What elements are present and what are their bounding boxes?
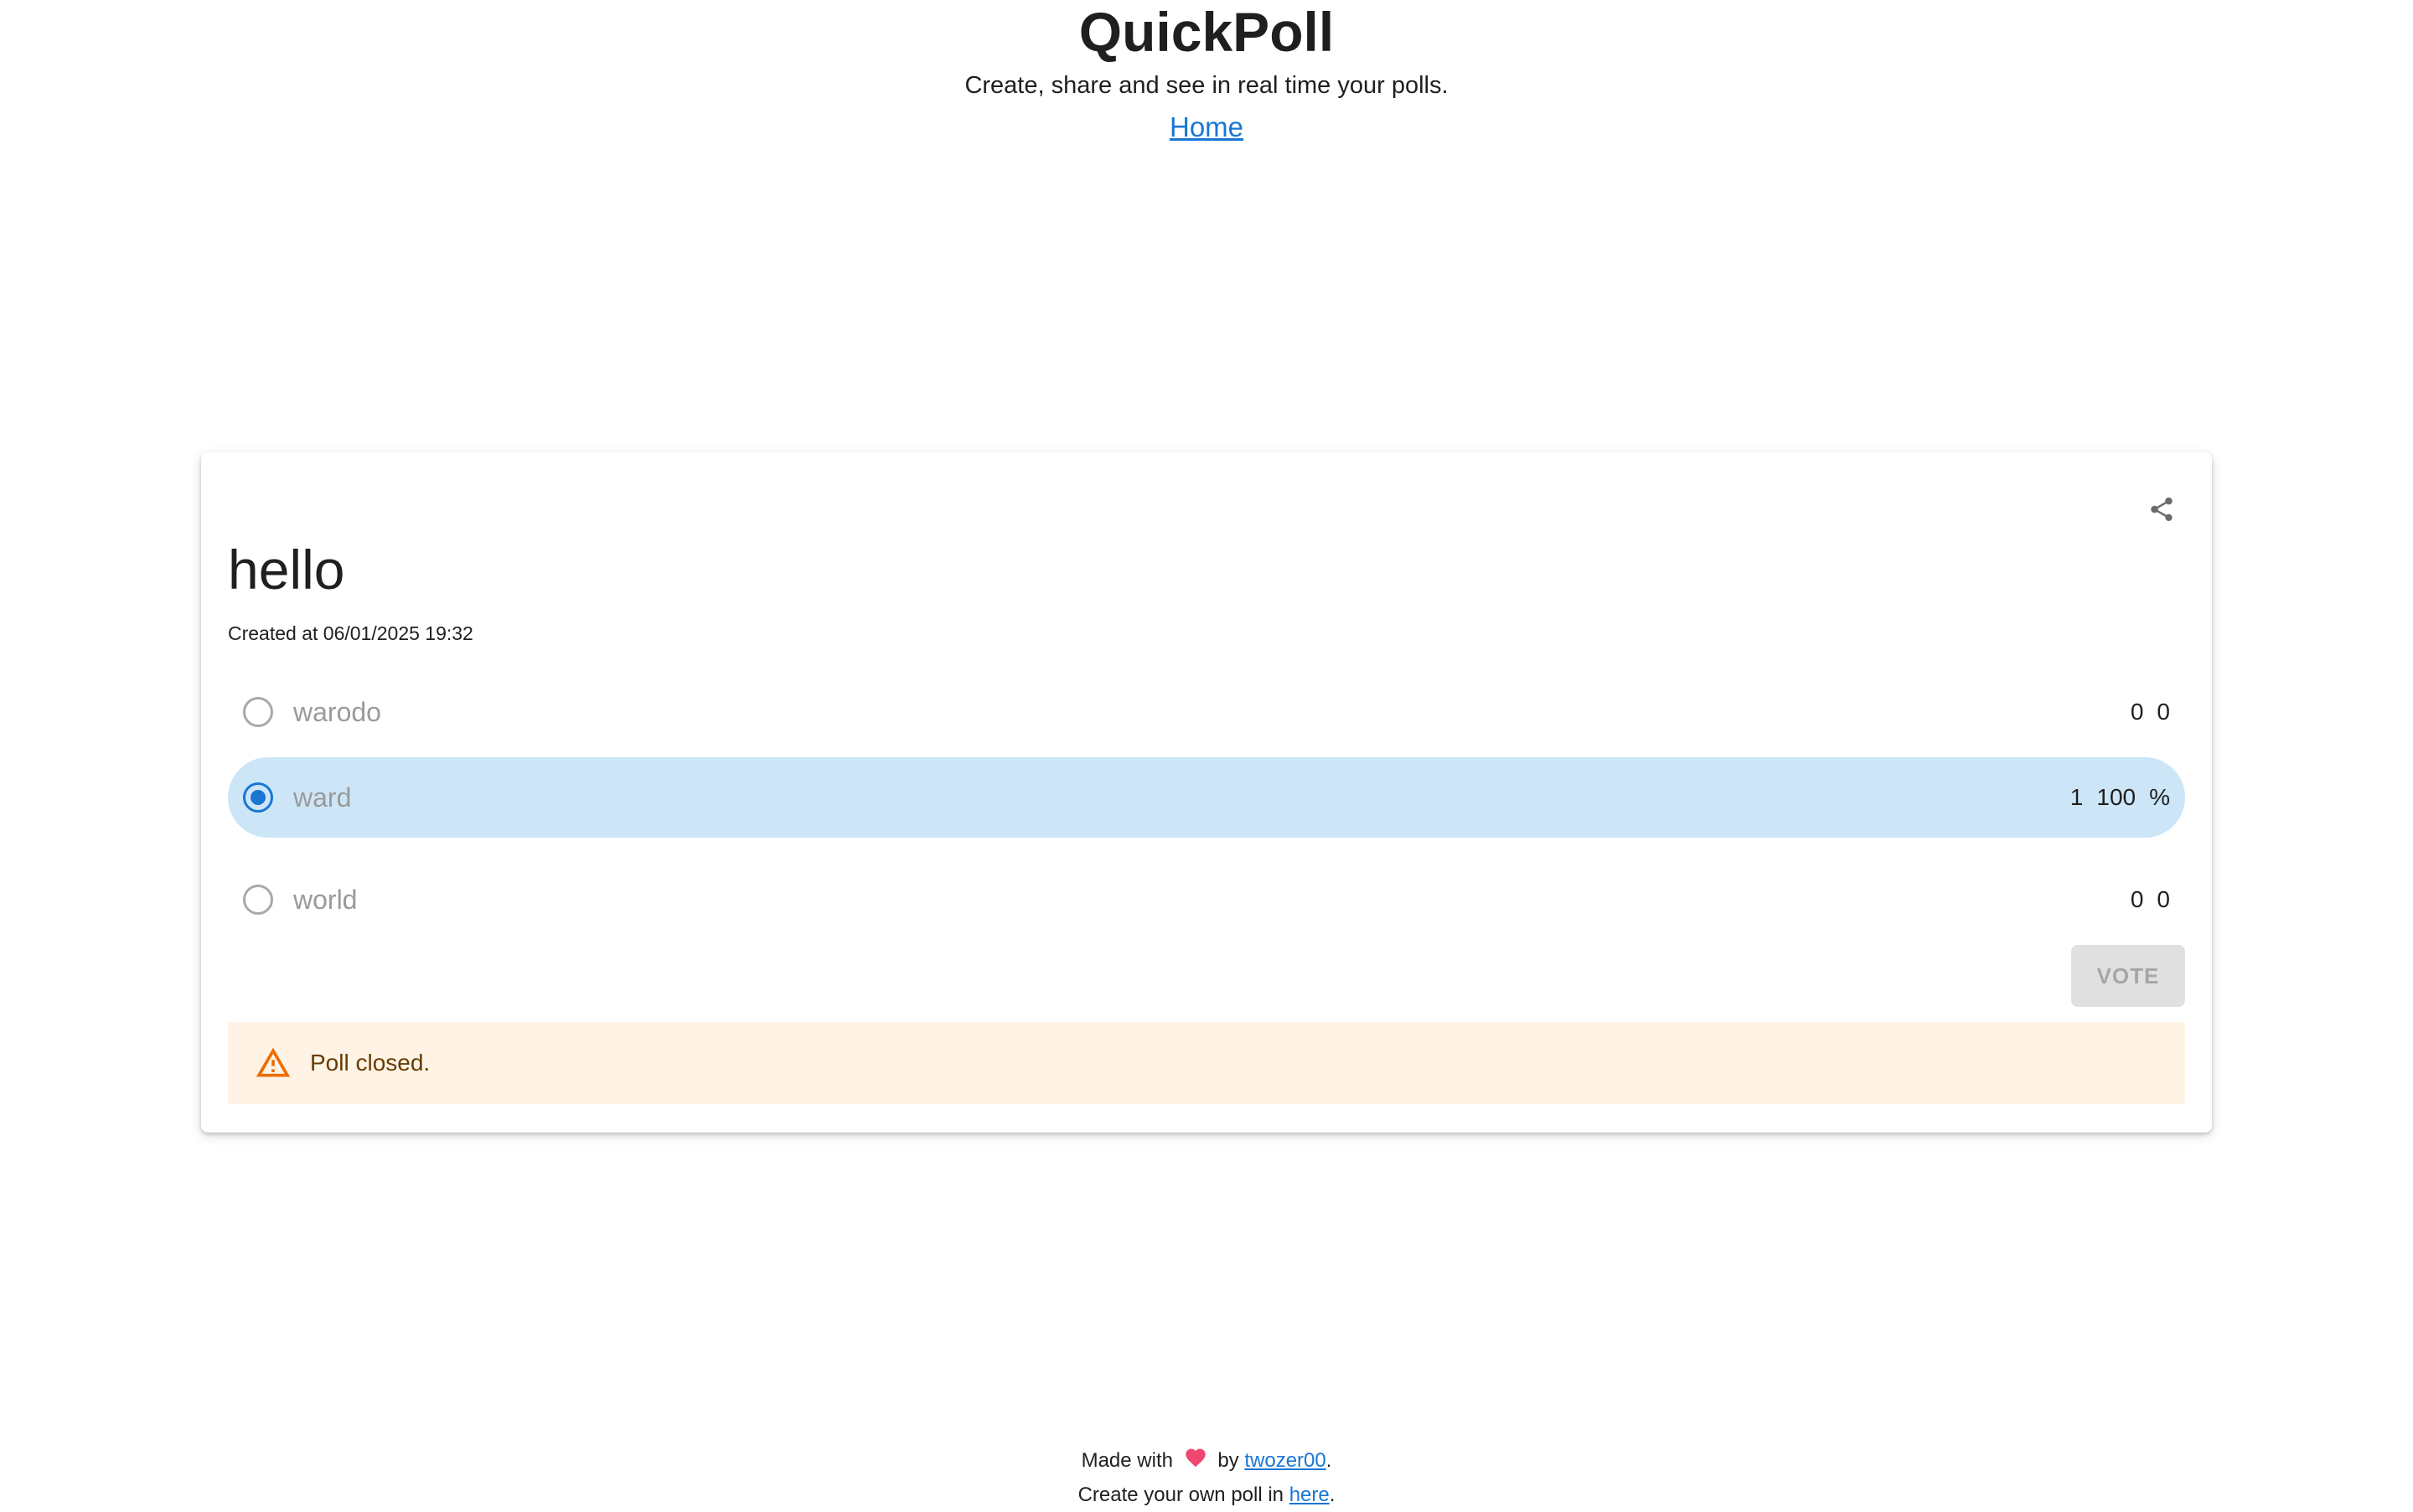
create-text: Create your own poll in xyxy=(1077,1483,1284,1506)
heart-icon xyxy=(1184,1445,1207,1478)
vote-button[interactable]: VOTE xyxy=(2071,945,2185,1007)
author-link[interactable]: twozer00 xyxy=(1244,1449,1325,1472)
poll-option-world[interactable]: world 0 0 xyxy=(228,859,2185,940)
option-label: world xyxy=(293,884,358,915)
option-label: ward xyxy=(293,782,352,813)
made-with-text: Made with xyxy=(1081,1449,1173,1472)
poll-option-warodo[interactable]: warodo 0 0 xyxy=(228,672,2185,752)
footer-period: . xyxy=(1329,1483,1336,1506)
poll-title: hello xyxy=(228,539,345,601)
option-label: warodo xyxy=(293,696,381,727)
page-header: QuickPoll Create, share and see in real … xyxy=(0,0,2413,146)
share-icon xyxy=(2151,497,2173,522)
footer-period: . xyxy=(1325,1449,1332,1472)
footer-create: Create your own poll in here. xyxy=(0,1478,2413,1512)
poll-closed-alert: Poll closed. xyxy=(228,1022,2185,1104)
by-text: by xyxy=(1217,1449,1239,1472)
app-title: QuickPoll xyxy=(1078,1,1335,63)
option-votes: 0 xyxy=(2130,699,2144,725)
option-percent: 0 xyxy=(2157,699,2170,725)
home-link[interactable]: Home xyxy=(1170,109,1243,146)
option-percent: 0 xyxy=(2157,886,2170,912)
warning-icon xyxy=(255,1045,292,1081)
radio-button-checked[interactable] xyxy=(243,782,273,813)
option-stats: 1 100 % xyxy=(2070,784,2170,811)
page-footer: Made with by twozer00. Create your own p… xyxy=(0,1444,2413,1512)
option-votes: 1 xyxy=(2069,784,2084,810)
alert-message: Poll closed. xyxy=(310,1050,431,1076)
option-stats: 0 0 xyxy=(2131,886,2170,913)
radio-button[interactable] xyxy=(243,697,273,727)
share-button[interactable] xyxy=(2138,486,2185,533)
created-timestamp: Created at 06/01/2025 19:32 xyxy=(228,622,473,644)
tagline: Create, share and see in real time your … xyxy=(964,72,1449,99)
poll-card: hello Created at 06/01/2025 19:32 warodo… xyxy=(201,452,2212,1133)
option-votes: 0 xyxy=(2130,886,2144,912)
option-stats: 0 0 xyxy=(2131,699,2170,725)
option-percent: 100 xyxy=(2096,784,2137,810)
poll-option-ward[interactable]: ward 1 100 % xyxy=(228,757,2185,838)
here-link[interactable]: here xyxy=(1289,1484,1330,1506)
footer-credit: Made with by twozer00. xyxy=(0,1444,2413,1478)
radio-button[interactable] xyxy=(243,885,273,915)
percent-sign: % xyxy=(2149,784,2170,810)
